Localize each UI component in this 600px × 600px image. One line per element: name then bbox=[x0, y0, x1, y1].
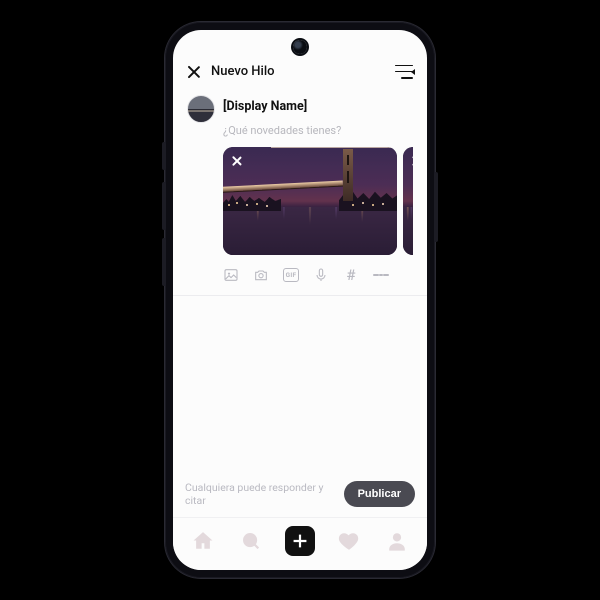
phone-side-button bbox=[434, 172, 438, 242]
phone-side-button bbox=[162, 182, 166, 230]
display-name: [Display Name] bbox=[223, 95, 413, 114]
avatar[interactable] bbox=[187, 95, 215, 123]
tab-new-post[interactable] bbox=[285, 526, 315, 556]
composer: [Display Name] ¿Qué novedades tienes? bbox=[173, 89, 427, 296]
image-icon[interactable] bbox=[223, 267, 239, 283]
phone-frame: Nuevo Hilo [Display Name] ¿Qué novedades… bbox=[165, 22, 435, 578]
top-bar: Nuevo Hilo bbox=[173, 30, 427, 89]
tab-bar bbox=[173, 517, 427, 570]
attachment-thumb[interactable] bbox=[403, 147, 413, 255]
close-icon[interactable] bbox=[187, 65, 201, 79]
publish-button[interactable]: Publicar bbox=[344, 481, 415, 507]
attachment-gallery[interactable] bbox=[223, 147, 413, 255]
footer-bar: Cualquiera puede responder y citar Publi… bbox=[173, 471, 427, 517]
tab-profile[interactable] bbox=[383, 527, 411, 555]
reply-scope-button[interactable]: Cualquiera puede responder y citar bbox=[185, 481, 334, 507]
gif-icon[interactable]: GIF bbox=[283, 267, 299, 283]
poll-icon[interactable] bbox=[373, 267, 389, 283]
attachment-toolbar: GIF # bbox=[223, 255, 413, 295]
camera-icon[interactable] bbox=[253, 267, 269, 283]
drafts-icon[interactable] bbox=[395, 65, 413, 79]
tab-activity[interactable] bbox=[335, 527, 363, 555]
mic-icon[interactable] bbox=[313, 267, 329, 283]
phone-side-button bbox=[162, 238, 166, 286]
scroll-area[interactable] bbox=[173, 296, 427, 471]
remove-attachment-icon[interactable] bbox=[229, 153, 245, 169]
hashtag-icon[interactable]: # bbox=[343, 267, 359, 283]
phone-side-button bbox=[162, 142, 166, 170]
attachment-thumb[interactable] bbox=[223, 147, 397, 255]
tab-search[interactable] bbox=[237, 527, 265, 555]
page-title: Nuevo Hilo bbox=[211, 64, 275, 79]
screen: Nuevo Hilo [Display Name] ¿Qué novedades… bbox=[173, 30, 427, 570]
compose-input[interactable]: ¿Qué novedades tienes? bbox=[223, 124, 413, 137]
punch-hole-camera bbox=[293, 40, 307, 54]
tab-home[interactable] bbox=[189, 527, 217, 555]
